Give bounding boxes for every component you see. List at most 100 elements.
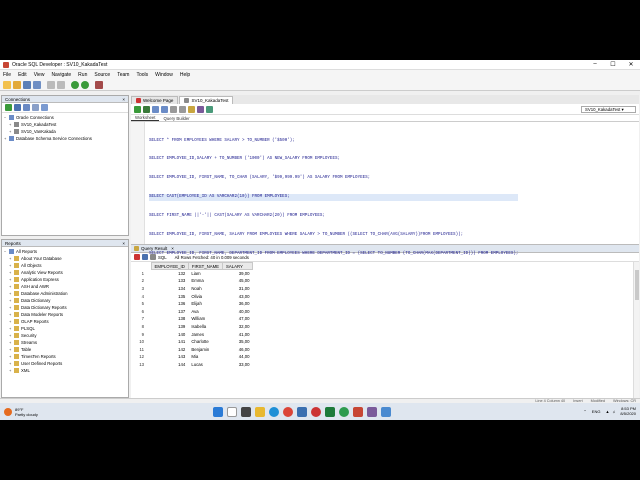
table-row[interactable]: 8 139 Isabella 32,00 xyxy=(131,323,253,331)
salary-cell[interactable]: 39,00 xyxy=(223,270,253,278)
salary-cell[interactable]: 35,00 xyxy=(223,338,253,346)
tree-item-report[interactable]: + Security xyxy=(4,332,128,339)
forward-icon[interactable] xyxy=(81,80,89,89)
employee-id-cell[interactable]: 139 xyxy=(151,323,188,331)
table-row[interactable]: 5 136 Elijah 36,00 xyxy=(131,300,253,308)
undo-icon[interactable] xyxy=(47,80,55,89)
wifi-icon[interactable]: ▲ xyxy=(605,409,609,414)
menu-team[interactable]: Team xyxy=(117,72,129,78)
run-statement-icon[interactable] xyxy=(134,105,141,113)
first-name-cell[interactable]: Mia xyxy=(188,353,222,361)
first-name-cell[interactable]: Noah xyxy=(188,285,222,293)
tree-item-report[interactable]: + Analytic View Reports xyxy=(4,269,128,276)
employee-id-cell[interactable]: 144 xyxy=(151,361,188,369)
tree-item-report[interactable]: + Data Dictionary xyxy=(4,297,128,304)
filter-icon[interactable] xyxy=(23,104,30,111)
table-row[interactable]: 6 137 Ava 40,00 xyxy=(131,307,253,315)
table-row[interactable]: 10 141 Charlotte 35,00 xyxy=(131,338,253,346)
tree-item-schema-service[interactable]: + Database Schema Service Connections xyxy=(4,135,128,142)
table-row[interactable]: 4 135 Olivia 43,00 xyxy=(131,292,253,300)
tree-item-report[interactable]: + Application Express xyxy=(4,276,128,283)
sql-worksheet-icon[interactable] xyxy=(95,80,103,89)
table-row[interactable]: 11 142 Benjamin 46,00 xyxy=(131,345,253,353)
history-icon[interactable] xyxy=(206,105,213,113)
employee-id-cell[interactable]: 141 xyxy=(151,338,188,346)
tree-item-report[interactable]: + About Your Database xyxy=(4,255,128,262)
salary-cell[interactable]: 45,00 xyxy=(223,277,253,285)
menu-tools[interactable]: Tools xyxy=(136,72,148,78)
volume-icon[interactable]: ♫ xyxy=(612,409,615,414)
opera-icon[interactable] xyxy=(311,407,321,417)
employee-id-cell[interactable]: 137 xyxy=(151,307,188,315)
tree-item-report[interactable]: + All Objects xyxy=(4,262,128,269)
format-icon[interactable] xyxy=(197,105,204,113)
import-icon[interactable] xyxy=(41,104,48,111)
salary-cell[interactable]: 47,00 xyxy=(223,315,253,323)
clock[interactable]: 8:53 PM 8/5/2020 xyxy=(620,406,636,416)
employee-id-cell[interactable]: 143 xyxy=(151,353,188,361)
rollback-icon[interactable] xyxy=(161,105,168,113)
run-script-icon[interactable] xyxy=(143,105,150,113)
redo-icon[interactable] xyxy=(57,80,65,89)
reports-close-icon[interactable]: × xyxy=(122,241,125,246)
first-name-cell[interactable]: William xyxy=(188,315,222,323)
employee-id-cell[interactable]: 142 xyxy=(151,345,188,353)
menu-edit[interactable]: Edit xyxy=(18,72,27,78)
employee-id-cell[interactable]: 134 xyxy=(151,285,188,293)
employee-id-cell[interactable]: 138 xyxy=(151,315,188,323)
first-name-cell[interactable]: Benjamin xyxy=(188,345,222,353)
word-icon[interactable] xyxy=(297,407,307,417)
subtab-query-builder[interactable]: Query Builder xyxy=(159,115,193,121)
sql-editor[interactable]: SELECT * FROM EMPLOYEES WHERE SALARY > T… xyxy=(131,122,639,275)
pin-icon[interactable] xyxy=(134,254,140,260)
explain-plan-icon[interactable] xyxy=(170,105,177,113)
menu-source[interactable]: Source xyxy=(94,72,110,78)
app-icon[interactable] xyxy=(367,407,377,417)
table-row[interactable]: 13 144 Lucas 33,00 xyxy=(131,361,253,369)
refresh-icon[interactable] xyxy=(14,104,21,111)
minimize-button[interactable]: – xyxy=(586,61,604,68)
tree-item-report[interactable]: + OLAP Reports xyxy=(4,318,128,325)
tree-item-oracle-connections[interactable]: − Oracle Connections xyxy=(4,114,128,121)
tree-item-all-reports[interactable]: − All Reports xyxy=(4,248,128,255)
tree-item-report[interactable]: + Streams xyxy=(4,339,128,346)
connections-close-icon[interactable]: × xyxy=(122,97,125,102)
search-icon[interactable] xyxy=(227,407,237,417)
maximize-button[interactable]: ☐ xyxy=(604,61,622,68)
tab-welcome-page[interactable]: Welcome Page xyxy=(131,96,179,104)
column-header-salary[interactable]: SALARY xyxy=(222,262,254,270)
refresh-results-icon[interactable] xyxy=(142,254,148,260)
employee-id-cell[interactable]: 140 xyxy=(151,330,188,338)
first-name-cell[interactable]: Olivia xyxy=(188,292,222,300)
connection-select[interactable]: SV10_KakadaTest ▾ xyxy=(581,106,636,113)
employee-id-cell[interactable]: 136 xyxy=(151,300,188,308)
column-header-employee-id[interactable]: EMPLOYEE_ID xyxy=(150,262,189,270)
employee-id-cell[interactable]: 133 xyxy=(151,277,188,285)
edge-icon[interactable] xyxy=(269,407,279,417)
app-icon[interactable] xyxy=(381,407,391,417)
first-name-cell[interactable]: James xyxy=(188,330,222,338)
back-icon[interactable] xyxy=(71,80,79,89)
add-connection-icon[interactable] xyxy=(5,104,12,111)
menu-window[interactable]: Window xyxy=(155,72,173,78)
task-view-icon[interactable] xyxy=(241,407,251,417)
salary-cell[interactable]: 43,00 xyxy=(223,292,253,300)
tree-item-vankakada[interactable]: + SV10_VanKakada xyxy=(4,128,128,135)
salary-cell[interactable]: 31,00 xyxy=(223,285,253,293)
weather-widget[interactable]: 89°F Partly cloudy xyxy=(4,407,38,417)
open-folder-icon[interactable] xyxy=(13,80,21,89)
scroll-thumb[interactable] xyxy=(635,270,639,300)
tree-item-report[interactable]: + Database Administration xyxy=(4,290,128,297)
chrome-icon[interactable] xyxy=(283,407,293,417)
first-name-cell[interactable]: Lucas xyxy=(188,361,222,369)
menu-navigate[interactable]: Navigate xyxy=(51,72,71,78)
tree-item-report[interactable]: + ASH and AWR xyxy=(4,283,128,290)
salary-cell[interactable]: 44,00 xyxy=(223,353,253,361)
language-indicator[interactable]: ENG xyxy=(592,409,601,414)
chevron-up-icon[interactable]: ⌃ xyxy=(583,409,586,414)
salary-cell[interactable]: 41,00 xyxy=(223,330,253,338)
autotrace-icon[interactable] xyxy=(179,105,186,113)
table-row[interactable]: 7 138 William 47,00 xyxy=(131,315,253,323)
first-name-cell[interactable]: Elijah xyxy=(188,300,222,308)
tree-item-report[interactable]: + PLSQL xyxy=(4,325,128,332)
